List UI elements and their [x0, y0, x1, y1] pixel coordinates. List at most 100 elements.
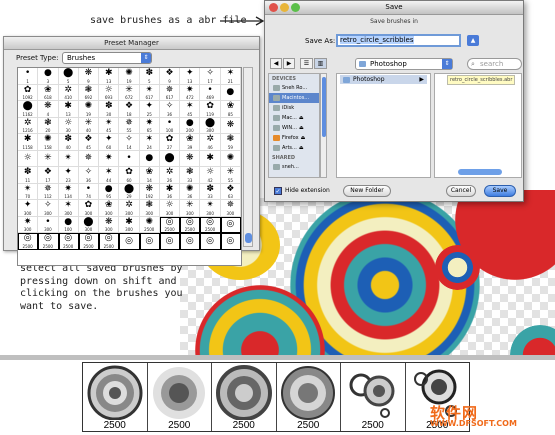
saved-brush[interactable]: 2500 — [277, 363, 341, 431]
view-columns-button[interactable]: ▥ — [314, 58, 327, 69]
close-button[interactable] — [269, 3, 278, 12]
brush-preset[interactable]: ✷ 300 — [18, 216, 39, 233]
brush-preset[interactable]: ✲ 26 — [159, 167, 181, 184]
brush-preset[interactable]: ✵ 300 — [220, 200, 241, 217]
brush-preset[interactable]: • — [119, 150, 140, 167]
brush-preset[interactable]: ✷ — [99, 150, 120, 167]
brush-preset[interactable]: ◎ 2500 — [58, 233, 79, 250]
brush-preset[interactable]: ✽ 33 — [200, 183, 221, 200]
brush-preset[interactable]: ❃ 20 — [38, 117, 59, 134]
brush-preset[interactable]: ⬤ 300 — [200, 117, 221, 134]
brush-preset[interactable]: ✶ 24 — [139, 134, 160, 151]
sidebar-item-device[interactable]: Arts... ⏏ — [269, 143, 319, 153]
brush-preset[interactable]: ☼ 300 — [159, 200, 181, 217]
brush-preset[interactable]: ◎ 2500 — [159, 216, 181, 233]
save-as-input[interactable]: retro_circle_scribbles — [336, 34, 461, 47]
saved-brush[interactable]: 2500 — [148, 363, 212, 431]
brush-preset[interactable]: ❃ 33 — [180, 167, 201, 184]
brush-preset[interactable]: ⬤ — [159, 150, 181, 167]
brush-preset[interactable]: ✴ 300 — [200, 200, 221, 217]
brush-preset[interactable]: ◎ — [200, 233, 221, 250]
brush-preset[interactable]: ✧ 36 — [78, 167, 100, 184]
brush-preset[interactable]: ✱ 36 — [159, 183, 181, 200]
brush-preset[interactable]: ✿ 27 — [159, 134, 181, 151]
saved-brush[interactable]: 2500 — [341, 363, 406, 431]
brush-preset[interactable]: ◎ — [159, 233, 181, 250]
expand-dialog-button[interactable]: ▲ — [467, 35, 479, 46]
brush-preset[interactable]: ● 95 — [99, 183, 120, 200]
view-list-button[interactable]: ☰ — [300, 58, 313, 69]
sidebar-item-device[interactable]: Macintos... — [269, 93, 319, 103]
brush-preset[interactable]: • 74 — [78, 183, 100, 200]
brush-preset[interactable]: ⬤ 5 — [58, 68, 79, 85]
brush-preset[interactable]: ✺ 2500 — [139, 216, 160, 233]
brush-preset[interactable]: ◎ — [119, 233, 140, 250]
brush-preset[interactable]: ✲ 1216 — [18, 117, 39, 134]
zoom-button[interactable] — [291, 3, 300, 12]
sidebar-item-device[interactable]: WIN... ⏏ — [269, 123, 319, 133]
brush-preset[interactable]: ✧ 36 — [159, 101, 181, 118]
save-button[interactable]: Save — [484, 185, 516, 197]
preset-type-select[interactable]: Brushes ⇕ — [62, 52, 152, 64]
folder-select[interactable]: Photoshop ⇕ — [355, 58, 453, 70]
brush-preset[interactable]: ✶ 44 — [99, 167, 120, 184]
brush-preset[interactable]: ❃ 692 — [78, 84, 100, 101]
brush-preset[interactable]: ☼ — [18, 150, 39, 167]
brush-preset[interactable]: • 300 — [38, 216, 59, 233]
brush-preset[interactable]: ◎ — [220, 216, 241, 233]
sidebar-scrollbar[interactable] — [320, 73, 327, 178]
brush-preset[interactable]: ✱ — [200, 150, 221, 167]
brush-preset[interactable]: ✲ 410 — [58, 84, 79, 101]
brush-preset[interactable]: ✿ 60 — [119, 167, 140, 184]
brush-preset[interactable]: ❀ 39 — [180, 134, 201, 151]
brush-preset[interactable]: ✺ 36 — [180, 183, 201, 200]
brush-preset[interactable]: ⬤ 1162 — [18, 101, 39, 118]
brush-preset[interactable]: ❋ — [180, 150, 201, 167]
brush-preset[interactable]: • 469 — [200, 84, 221, 101]
brush-preset[interactable]: ✦ 300 — [18, 200, 39, 217]
brush-preset[interactable]: ✳ 55 — [220, 167, 241, 184]
brush-preset[interactable]: ✽ 5 — [139, 68, 160, 85]
brush-preset[interactable]: ☼ 42 — [200, 167, 221, 184]
brush-preset[interactable]: ✦ 25 — [139, 101, 160, 118]
brush-preset[interactable]: ◎ 2500 — [180, 216, 201, 233]
brush-preset[interactable]: ✷ 134 — [58, 183, 79, 200]
brush-preset[interactable]: ✱ 13 — [99, 68, 120, 85]
brush-preset[interactable]: ❋ 192 — [139, 183, 160, 200]
brush-preset[interactable]: ✲ 300 — [119, 200, 140, 217]
brush-preset[interactable]: ✱ 300 — [119, 216, 140, 233]
brush-preset[interactable]: ✦ 60 — [99, 134, 120, 151]
brush-preset[interactable]: ✧ 14 — [119, 134, 140, 151]
brush-preset[interactable]: ✶ 45 — [180, 101, 201, 118]
brush-preset[interactable]: ❖ 17 — [38, 167, 59, 184]
brush-preset[interactable]: ✷ 65 — [139, 117, 160, 134]
brush-preset[interactable]: ✧ 17 — [200, 68, 221, 85]
hide-extension-checkbox[interactable]: ✓ — [274, 187, 282, 195]
brush-preset[interactable]: ✧ 300 — [38, 200, 59, 217]
brush-preset[interactable]: ◎ — [180, 233, 201, 250]
sidebar-item-shared[interactable]: sneh... — [269, 162, 319, 172]
brush-preset[interactable]: ✳ 40 — [78, 117, 100, 134]
brush-preset[interactable]: ✦ 13 — [180, 68, 201, 85]
scroll-thumb[interactable] — [322, 77, 326, 137]
brush-preset[interactable]: ✲ 46 — [200, 134, 221, 151]
brush-preset[interactable]: ⬤ 29 — [119, 183, 140, 200]
saved-brush[interactable]: 2500 — [212, 363, 277, 431]
brush-preset[interactable]: ☼ 30 — [58, 117, 79, 134]
brush-preset[interactable]: ✳ 672 — [119, 84, 140, 101]
brush-preset[interactable]: ◎ 2500 — [38, 233, 59, 250]
brush-preset[interactable]: ◎ 2500 — [18, 233, 39, 250]
brush-preset[interactable]: ◎ 2500 — [200, 216, 221, 233]
brush-preset[interactable]: ● 100 — [58, 216, 79, 233]
brush-preset[interactable]: ✶ 300 — [58, 200, 79, 217]
brush-preset[interactable]: ✴ 617 — [139, 84, 160, 101]
brush-preset[interactable]: ❖ 45 — [78, 134, 100, 151]
brush-preset[interactable]: ❋ 300 — [99, 216, 120, 233]
brush-preset[interactable]: ✴ — [58, 150, 79, 167]
search-input[interactable]: ⌕ search — [467, 58, 522, 70]
brush-preset[interactable]: ❋ 9 — [78, 68, 100, 85]
brush-preset[interactable]: ✳ — [38, 150, 59, 167]
saved-brush[interactable]: 2500 — [83, 363, 148, 431]
brush-preset[interactable]: ✵ — [78, 150, 100, 167]
brush-preset[interactable]: ✱ 1158 — [18, 134, 39, 151]
